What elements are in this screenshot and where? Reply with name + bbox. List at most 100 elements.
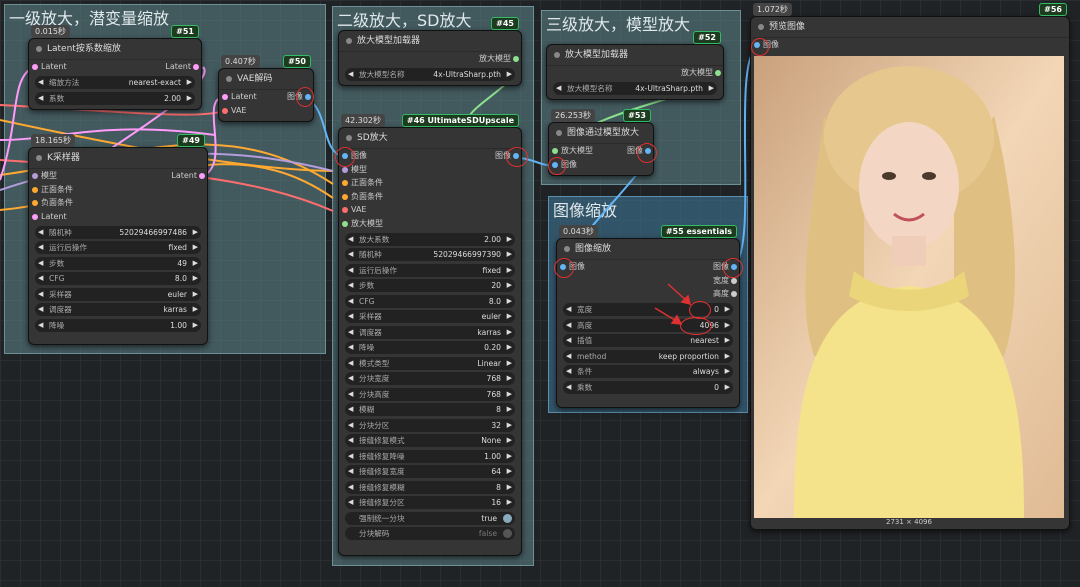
output-height[interactable]: 高度	[713, 287, 737, 301]
input-label: VAE	[351, 205, 367, 214]
widget-sd-param[interactable]: 随机种 52029466997390	[345, 248, 515, 261]
widget-label: 随机种	[359, 250, 382, 259]
input-image[interactable]: 图像 图像	[339, 149, 521, 163]
input-latent[interactable]: Latent Latent	[29, 60, 201, 74]
input-upscale-model[interactable]: 放大模型	[339, 217, 521, 231]
highlight-circle	[554, 258, 574, 278]
widget-upscale-method[interactable]: 缩放方法 nearest-exact	[35, 76, 195, 89]
widget-label: 采样器	[359, 312, 382, 321]
highlight-circle	[637, 143, 657, 163]
widget-steps[interactable]: 步数 49	[35, 256, 201, 270]
collapse-dot-icon[interactable]	[564, 246, 570, 252]
widget-force-uniform-tiles[interactable]: 强制统一分块 true	[345, 511, 515, 525]
node-id-badge: #46 UltimateSDUpscale	[401, 114, 519, 127]
widget-label: method	[577, 351, 607, 361]
input-vae[interactable]: VAE	[219, 104, 313, 118]
collapse-dot-icon[interactable]	[346, 38, 352, 44]
widget-sampler[interactable]: 采样器 euler	[35, 287, 201, 301]
highlight-circle	[548, 157, 566, 175]
collapse-dot-icon[interactable]	[758, 24, 764, 30]
widget-sd-param[interactable]: 降噪 0.20	[345, 341, 515, 354]
widget-scale-by[interactable]: 系数 2.00	[35, 91, 195, 105]
node-title[interactable]: 放大模型加载器	[339, 31, 521, 52]
widget-method[interactable]: method keep proportion	[563, 349, 733, 363]
widget-control-after[interactable]: 运行后操作 fixed	[35, 241, 201, 254]
widget-label: 降噪	[49, 320, 65, 330]
widget-sd-param[interactable]: 分块分区 32	[345, 418, 515, 432]
highlight-circle	[506, 147, 528, 167]
highlight-circle	[296, 87, 314, 107]
output-latent[interactable]: Latent	[171, 169, 205, 183]
input-negative[interactable]: 负面条件	[29, 196, 207, 210]
node-title[interactable]: VAE解码	[219, 69, 313, 90]
collapse-dot-icon[interactable]	[36, 46, 42, 52]
collapse-dot-icon[interactable]	[554, 52, 560, 58]
input-image[interactable]: 图像 图像	[557, 260, 739, 274]
widget-tiled-decode[interactable]: 分块解码 false	[345, 527, 515, 540]
widget-sd-param[interactable]: 模式类型 Linear	[345, 356, 515, 370]
sd-widget-list: 放大系数 2.00 随机种 52029466997390 运行后操作 fixed 步数 20 C…	[339, 232, 521, 509]
input-positive[interactable]: 正面条件	[29, 183, 207, 197]
preview-image[interactable]	[754, 56, 1064, 518]
widget-sd-param[interactable]: 调度器 karras	[345, 325, 515, 339]
node-title[interactable]: 预览图像	[751, 17, 1069, 38]
collapse-dot-icon[interactable]	[346, 135, 352, 141]
node-title[interactable]: 图像缩放	[557, 239, 739, 260]
widget-sd-param[interactable]: 运行后操作 fixed	[345, 263, 515, 277]
widget-sd-param[interactable]: 接缝修复模式 None	[345, 434, 515, 447]
widget-sd-param[interactable]: 步数 20	[345, 279, 515, 292]
node-ksampler[interactable]: 18.165秒 #49 K采样器 模型 Latent 正面条件 负面条件 Late…	[28, 134, 208, 345]
output-upscale-model[interactable]: 放大模型	[479, 52, 519, 66]
node-title[interactable]: Latent按系数缩放	[29, 39, 201, 60]
input-vae[interactable]: VAE	[339, 203, 521, 217]
widget-interpolation[interactable]: 插值 nearest	[563, 334, 733, 347]
widget-denoise[interactable]: 降噪 1.00	[35, 318, 201, 332]
widget-sd-param[interactable]: 接缝修复模糊 8	[345, 480, 515, 494]
widget-condition[interactable]: 条件 always	[563, 365, 733, 378]
input-negative[interactable]: 负面条件	[339, 190, 521, 204]
widget-label: 接缝修复宽度	[359, 467, 405, 476]
input-latent[interactable]: Latent	[29, 210, 207, 224]
widget-scheduler[interactable]: 调度器 karras	[35, 303, 201, 316]
collapse-dot-icon[interactable]	[36, 155, 42, 161]
node-title[interactable]: 放大模型加载器	[547, 45, 723, 66]
widget-sd-param[interactable]: 采样器 euler	[345, 310, 515, 323]
node-upscale-model-loader-1[interactable]: #45 放大模型加载器 放大模型 放大模型名称 4x-UltraSharp.pth	[338, 17, 522, 86]
widget-sd-param[interactable]: 接缝修复分区 16	[345, 496, 515, 509]
node-upscale-model-loader-2[interactable]: #52 放大模型加载器 放大模型 放大模型名称 4x-UltraSharp.pth	[546, 31, 724, 100]
collapse-dot-icon[interactable]	[556, 130, 562, 136]
output-upscale-model[interactable]: 放大模型	[681, 66, 721, 80]
widget-sd-param[interactable]: 分块高度 768	[345, 387, 515, 401]
toggle-knob-icon[interactable]	[503, 513, 512, 523]
widget-multiple-of[interactable]: 乘数 0	[563, 380, 733, 394]
widget-model-name[interactable]: 放大模型名称 4x-UltraSharp.pth	[345, 68, 515, 81]
widget-sd-param[interactable]: 放大系数 2.00	[345, 232, 515, 246]
widget-sd-param[interactable]: 接缝修复降噪 1.00	[345, 449, 515, 463]
node-sd-upscale[interactable]: 42.302秒 #46 UltimateSDUpscale SD放大 图像 图像 …	[338, 114, 522, 556]
input-model[interactable]: 模型	[339, 163, 521, 177]
collapse-dot-icon[interactable]	[226, 76, 232, 82]
widget-label: 高度	[577, 320, 593, 330]
output-row: 放大模型	[339, 52, 521, 66]
widget-label: 分块高度	[359, 389, 390, 399]
widget-sd-param[interactable]: 模糊 8	[345, 403, 515, 416]
widget-cfg[interactable]: CFG 8.0	[35, 272, 201, 285]
node-latent-upscale-by[interactable]: 0.015秒 #51 Latent按系数缩放 Latent Latent 缩放方法…	[28, 25, 202, 110]
widget-sd-param[interactable]: 接缝修复宽度 64	[345, 465, 515, 478]
toggle-knob-icon[interactable]	[503, 529, 512, 538]
node-title[interactable]: K采样器	[29, 148, 207, 169]
node-id-badge: #45	[491, 17, 519, 30]
widget-seed[interactable]: 随机种 52029466997486	[35, 225, 201, 239]
node-title[interactable]: SD放大	[339, 128, 521, 149]
widget-sd-param[interactable]: CFG 8.0	[345, 294, 515, 308]
input-model[interactable]: 模型 Latent	[29, 169, 207, 183]
node-title[interactable]: 图像通过模型放大	[549, 123, 653, 144]
node-image-resize[interactable]: 0.043秒 #55 essentials 图像缩放 图像图像 宽度 高度 宽度…	[556, 225, 740, 408]
widget-sd-param[interactable]: 分块宽度 768	[345, 372, 515, 385]
input-positive[interactable]: 正面条件	[339, 176, 521, 190]
widget-value: always	[692, 367, 719, 376]
input-label: 模型	[351, 164, 367, 174]
output-latent[interactable]: Latent	[165, 60, 199, 74]
widget-model-name[interactable]: 放大模型名称 4x-UltraSharp.pth	[553, 82, 717, 95]
input-image[interactable]: 图像	[751, 38, 1069, 52]
